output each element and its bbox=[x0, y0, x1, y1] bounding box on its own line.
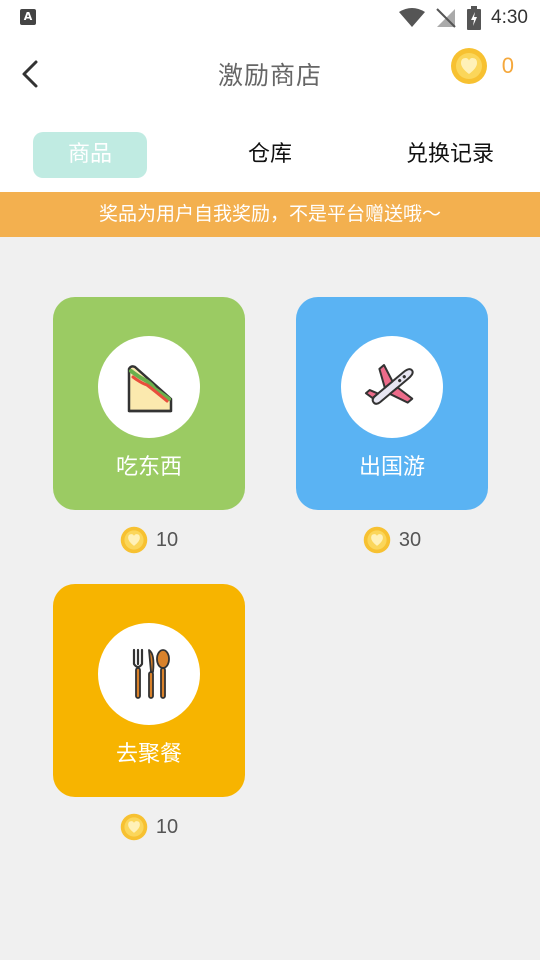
product-icon-circle bbox=[98, 623, 200, 725]
coin-balance: 0 bbox=[450, 47, 514, 85]
coin-icon bbox=[363, 526, 391, 554]
sandwich-icon bbox=[127, 365, 173, 413]
status-time: 4:30 bbox=[491, 7, 528, 28]
status-bar: A 4:30 bbox=[0, 0, 540, 36]
sim-icon: A bbox=[20, 9, 36, 25]
airplane-icon bbox=[364, 364, 414, 405]
utensils-icon bbox=[132, 648, 170, 699]
product-card-eat[interactable]: 吃东西 bbox=[53, 297, 245, 510]
product-card-travel[interactable]: 出国游 bbox=[296, 297, 488, 510]
wifi-icon bbox=[399, 8, 426, 27]
product-name: 出国游 bbox=[358, 455, 425, 480]
product-price: 10 bbox=[53, 812, 245, 842]
notice-banner: 奖品为用户自我奖励，不是平台赠送哦～ bbox=[0, 192, 540, 237]
product-icon-circle bbox=[98, 336, 200, 438]
battery-charging-icon bbox=[467, 6, 482, 30]
product-icon-circle bbox=[341, 336, 443, 438]
no-signal-icon bbox=[436, 8, 456, 28]
product-card-dine[interactable]: 去聚餐 bbox=[53, 584, 245, 797]
coin-icon bbox=[120, 526, 148, 554]
coin-icon bbox=[450, 48, 487, 84]
product-price: 10 bbox=[53, 525, 245, 555]
price-value: 10 bbox=[155, 528, 179, 551]
header: 激励商店 0 bbox=[0, 44, 540, 104]
tab-products[interactable]: 商品 bbox=[33, 132, 147, 178]
product-price: 30 bbox=[296, 525, 488, 555]
product-name: 去聚餐 bbox=[115, 742, 182, 767]
tab-warehouse[interactable]: 仓库 bbox=[210, 132, 330, 178]
tab-exchange-records[interactable]: 兑换记录 bbox=[380, 132, 520, 178]
tab-bar: 商品 仓库 兑换记录 bbox=[0, 132, 540, 178]
top-panel: A 4:30 激励商店 0 商品 仓库 兑换记录 bbox=[0, 0, 540, 192]
product-name: 吃东西 bbox=[115, 455, 182, 480]
price-value: 10 bbox=[155, 815, 179, 838]
coin-icon bbox=[120, 813, 148, 841]
price-value: 30 bbox=[398, 528, 422, 551]
coin-count: 0 bbox=[501, 53, 514, 78]
